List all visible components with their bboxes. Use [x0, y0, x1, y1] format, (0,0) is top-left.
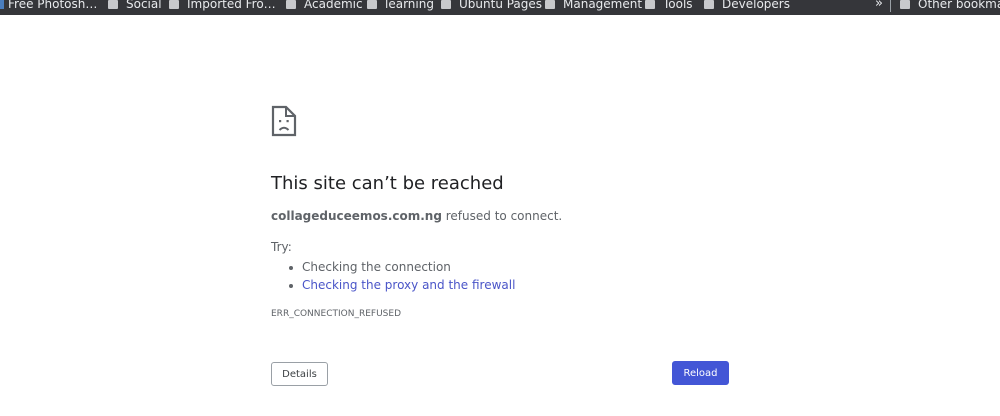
- bookmark-label: Other bookmarks: [918, 0, 1000, 11]
- bookmark-folder-management[interactable]: Management: [545, 0, 642, 14]
- bookmark-label: Tools: [663, 0, 693, 11]
- bookmark-folder-developers[interactable]: Developers: [704, 0, 790, 14]
- bookmark-label: Ubuntu Pages: [459, 0, 543, 11]
- bookmark-label: learning: [385, 0, 434, 11]
- bookmark-folder-social[interactable]: Social: [108, 0, 162, 14]
- bookmark-folder-academic[interactable]: Academic: [286, 0, 363, 14]
- folder-icon: [645, 0, 655, 9]
- page-title: This site can’t be reached: [271, 173, 504, 194]
- error-code: ERR_CONNECTION_REFUSED: [271, 309, 401, 319]
- folder-icon: [441, 0, 451, 9]
- favicon-icon: [0, 0, 4, 9]
- folder-icon: [286, 0, 296, 9]
- bookmark-label: Management: [563, 0, 643, 11]
- proxy-firewall-link[interactable]: Checking the proxy and the firewall: [302, 278, 515, 292]
- folder-icon: [108, 0, 118, 9]
- bookmark-folder-tools[interactable]: Tools: [645, 0, 693, 14]
- bookmark-folder-imported[interactable]: Imported Fro…: [169, 0, 276, 14]
- suggestion-item: Checking the proxy and the firewall: [271, 276, 515, 294]
- bookmarks-bar: Free Photosh… Social Imported Fro… Acade…: [0, 0, 1000, 15]
- reload-button[interactable]: Reload: [672, 361, 729, 385]
- error-summary: collageduceemos.com.ng refused to connec…: [271, 209, 562, 223]
- bookmark-label: Academic: [304, 0, 363, 11]
- bookmark-label: Developers: [722, 0, 790, 11]
- folder-icon: [900, 0, 910, 9]
- bookmark-label: Imported Fro…: [187, 0, 276, 11]
- bookmark-label: Social: [126, 0, 162, 11]
- bookmark-folder-other-bookmarks[interactable]: Other bookmarks: [900, 0, 1000, 14]
- suggestion-label: Checking the connection: [302, 260, 451, 274]
- bookmarks-overflow-chevron-icon[interactable]: »: [875, 0, 883, 14]
- folder-icon: [545, 0, 555, 9]
- suggestions-list: Checking the connection Checking the pro…: [271, 258, 515, 294]
- bookmark-label: Free Photosh…: [8, 0, 98, 11]
- bookmark-folder-learning[interactable]: learning: [367, 0, 434, 14]
- bookmark-folder-ubuntu-pages[interactable]: Ubuntu Pages: [441, 0, 542, 14]
- sad-document-icon: [271, 105, 297, 137]
- try-label: Try:: [271, 240, 292, 254]
- folder-icon: [367, 0, 377, 9]
- error-host: collageduceemos.com.ng: [271, 209, 442, 223]
- error-summary-text: refused to connect.: [441, 209, 563, 223]
- folder-icon: [169, 0, 179, 9]
- bookmarks-divider: [890, 0, 891, 12]
- bookmark-free-photoshop[interactable]: Free Photosh…: [0, 0, 97, 14]
- suggestion-item: Checking the connection: [271, 258, 515, 276]
- details-button[interactable]: Details: [271, 362, 328, 386]
- folder-icon: [704, 0, 714, 9]
